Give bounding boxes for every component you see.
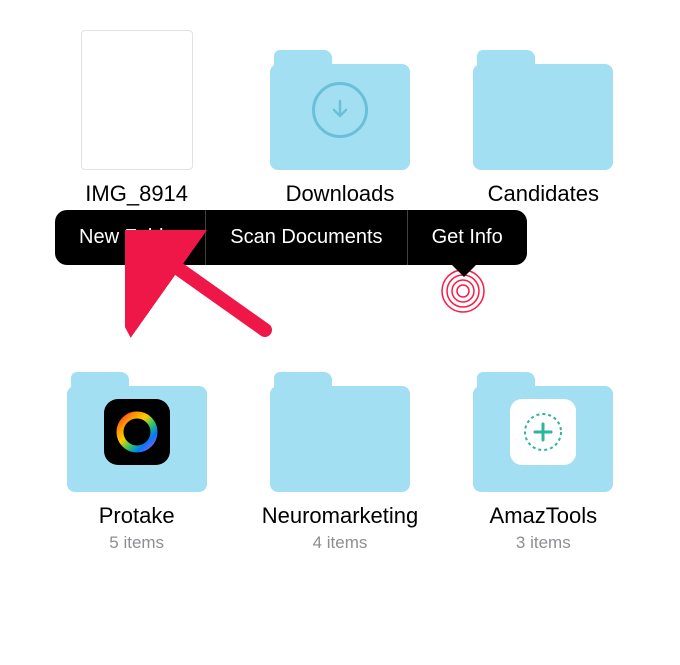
download-icon	[312, 82, 368, 138]
folder-icon	[67, 352, 207, 492]
amaztools-app-icon	[510, 399, 576, 465]
file-icon	[67, 30, 207, 170]
protake-app-icon	[104, 399, 170, 465]
file-item[interactable]: IMG_8914 2	[40, 30, 233, 232]
image-thumbnail	[81, 30, 193, 170]
folder-meta: 5 items	[109, 533, 164, 553]
get-info-button[interactable]: Get Info	[408, 210, 527, 265]
folder-name: Neuromarketing	[262, 502, 419, 530]
file-grid: IMG_8914 2 Downloads	[0, 0, 680, 573]
folder-name: Candidates	[488, 180, 599, 208]
folder-item-downloads[interactable]: Downloads	[243, 30, 436, 232]
folder-item-protake[interactable]: Protake 5 items	[40, 352, 233, 554]
folder-item-neuromarketing[interactable]: Neuromarketing 4 items	[243, 352, 436, 554]
folder-item-candidates[interactable]: Candidates	[447, 30, 640, 232]
folder-name: AmazTools	[490, 502, 598, 530]
scan-documents-button[interactable]: Scan Documents	[206, 210, 406, 265]
folder-name: Downloads	[286, 180, 395, 208]
folder-item-amaztools[interactable]: AmazTools 3 items	[447, 352, 640, 554]
folder-meta: 4 items	[313, 533, 368, 553]
new-folder-button[interactable]: New Folder	[55, 210, 205, 265]
folder-name: Protake	[99, 502, 175, 530]
folder-icon	[473, 30, 613, 170]
folder-icon	[270, 352, 410, 492]
folder-meta: 3 items	[516, 533, 571, 553]
context-menu: New Folder Scan Documents Get Info	[55, 210, 527, 265]
popover-caret-icon	[450, 263, 478, 277]
folder-icon	[270, 30, 410, 170]
folder-icon	[473, 352, 613, 492]
file-name: IMG_8914	[85, 180, 188, 208]
